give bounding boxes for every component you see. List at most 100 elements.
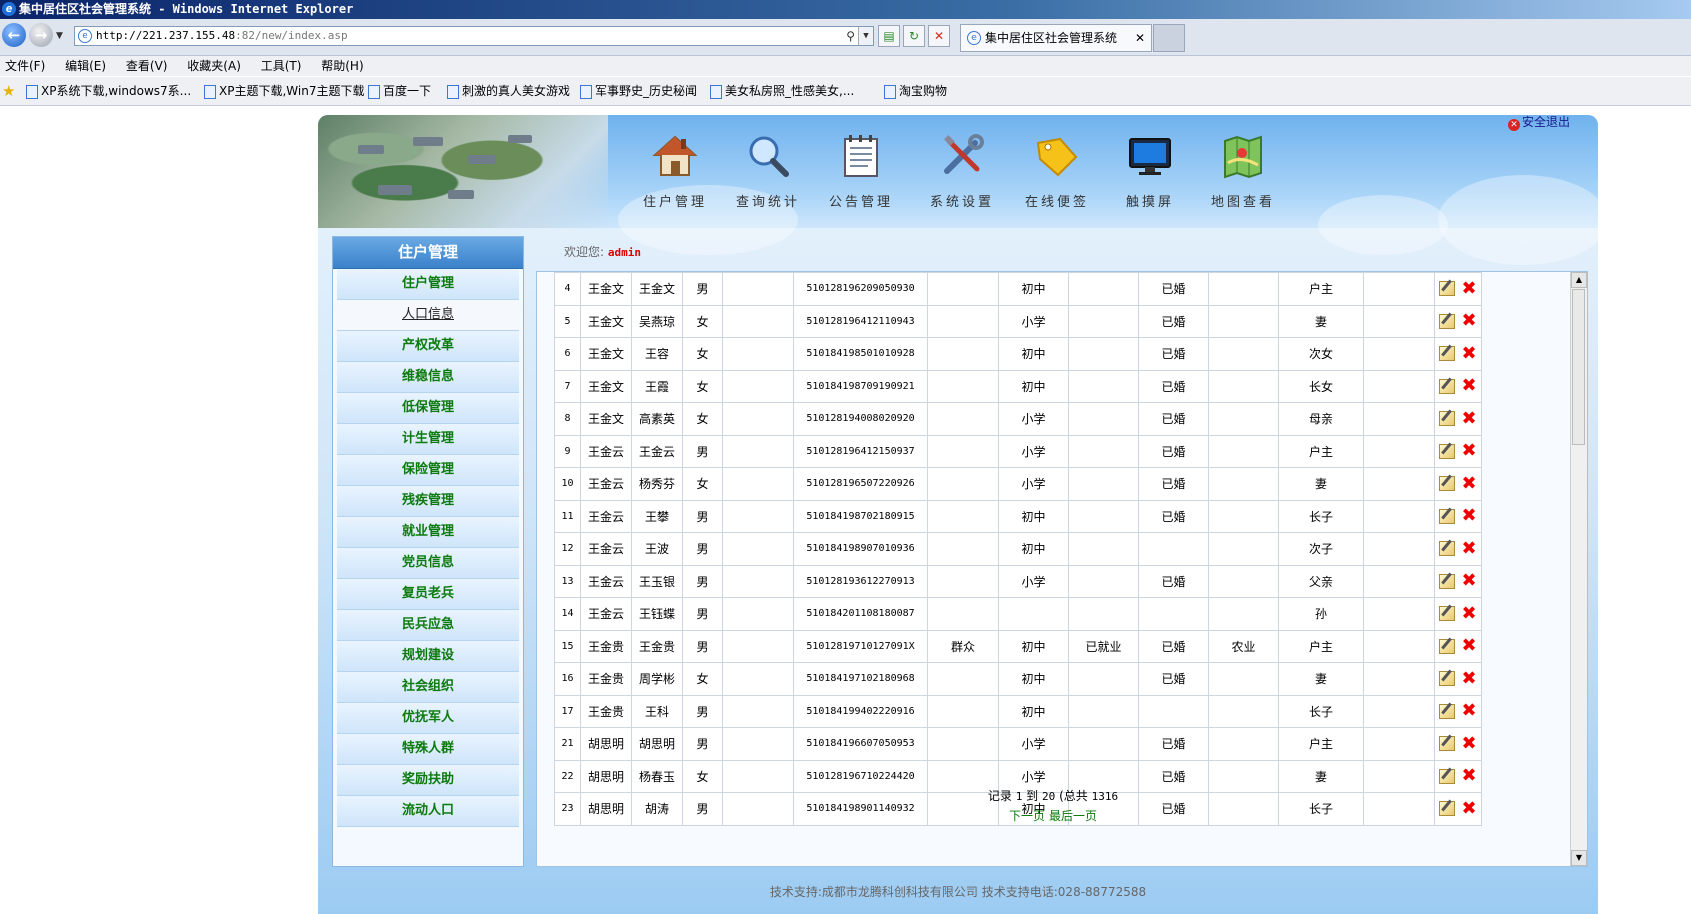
edit-icon[interactable] — [1439, 671, 1455, 687]
sidebar-item-disability[interactable]: 残疾管理 — [337, 486, 519, 517]
edit-icon[interactable] — [1439, 573, 1455, 589]
delete-icon[interactable]: ✖ — [1461, 604, 1477, 622]
delete-icon[interactable]: ✖ — [1461, 442, 1477, 460]
back-button[interactable]: ← — [2, 23, 26, 47]
logout-link[interactable]: ✕ 安全退出 — [1508, 113, 1570, 131]
delete-icon[interactable]: ✖ — [1461, 409, 1477, 427]
edit-icon[interactable] — [1439, 378, 1455, 394]
sidebar-item-party-members[interactable]: 党员信息 — [337, 548, 519, 579]
menu-favorites[interactable]: 收藏夹(A) — [187, 59, 241, 73]
sidebar-item-population[interactable]: 人口信息 — [337, 300, 519, 331]
cell-education: 初中 — [998, 662, 1069, 696]
delete-icon[interactable]: ✖ — [1461, 507, 1477, 525]
delete-icon[interactable]: ✖ — [1461, 734, 1477, 752]
vertical-scrollbar[interactable]: ▲ ▼ — [1570, 272, 1587, 866]
edit-icon[interactable] — [1439, 476, 1455, 492]
nav-map-view[interactable]: 地图查看 — [1193, 133, 1293, 210]
favorite-link[interactable]: 刺激的真人美女游戏 — [447, 77, 570, 105]
sidebar-item-property-reform[interactable]: 产权改革 — [337, 331, 519, 362]
nav-household[interactable]: 住户管理 — [625, 133, 725, 210]
scroll-down-icon[interactable]: ▼ — [1571, 850, 1587, 866]
favorite-link[interactable]: XP主题下载,Win7主题下载 — [204, 77, 364, 105]
menu-edit[interactable]: 编辑(E) — [65, 59, 106, 73]
edit-icon[interactable] — [1439, 443, 1455, 459]
delete-icon[interactable]: ✖ — [1461, 279, 1477, 297]
history-dropdown-icon[interactable]: ▼ — [56, 31, 63, 41]
favorite-link[interactable]: XP系统下载,windows7系... — [26, 77, 191, 105]
sidebar-item-low-income[interactable]: 低保管理 — [337, 393, 519, 424]
address-input[interactable]: e http://221.237.155.48:82/new/index.asp … — [74, 26, 874, 46]
cell-actions: ✖ — [1434, 499, 1482, 533]
sidebar-item-special-groups[interactable]: 特殊人群 — [337, 734, 519, 765]
nav-announcement[interactable]: 公告管理 — [811, 133, 911, 210]
edit-icon[interactable] — [1439, 638, 1455, 654]
sidebar-item-militia[interactable]: 民兵应急 — [337, 610, 519, 641]
last-page-link[interactable]: 最后一页 — [1049, 809, 1097, 823]
cell-employment — [1068, 467, 1139, 501]
delete-icon[interactable]: ✖ — [1461, 702, 1477, 720]
edit-icon[interactable] — [1439, 313, 1455, 329]
cell-col-5 — [722, 272, 794, 306]
compat-view-icon[interactable]: ▤ — [878, 25, 900, 47]
sidebar-item-household[interactable]: 住户管理 — [337, 269, 519, 300]
new-tab-button[interactable] — [1153, 24, 1185, 52]
sidebar-item-veterans[interactable]: 复员老兵 — [337, 579, 519, 610]
menu-view[interactable]: 查看(V) — [126, 59, 168, 73]
search-icon[interactable]: ⚲ — [846, 27, 855, 45]
edit-icon[interactable] — [1439, 703, 1455, 719]
edit-icon[interactable] — [1439, 346, 1455, 362]
sidebar-item-floating-pop[interactable]: 流动人口 — [337, 796, 519, 827]
next-page-link[interactable]: 下一页 — [1009, 809, 1045, 823]
cell-marital-status: 已婚 — [1138, 467, 1209, 501]
nav-touchscreen[interactable]: 触摸屏 — [1100, 133, 1200, 210]
delete-icon[interactable]: ✖ — [1461, 572, 1477, 590]
favorite-link[interactable]: 军事野史_历史秘闻 — [580, 77, 697, 105]
delete-icon[interactable]: ✖ — [1461, 539, 1477, 557]
cell-head-name: 王金云 — [580, 499, 632, 533]
edit-icon[interactable] — [1439, 541, 1455, 557]
menu-help[interactable]: 帮助(H) — [321, 59, 363, 73]
edit-icon[interactable] — [1439, 281, 1455, 297]
browser-tab[interactable]: e 集中居住区社会管理系统 ✕ — [960, 24, 1152, 52]
edit-icon[interactable] — [1439, 508, 1455, 524]
cell-relation: 长子 — [1278, 694, 1364, 728]
edit-icon[interactable] — [1439, 768, 1455, 784]
scroll-thumb[interactable] — [1572, 289, 1585, 445]
stop-icon[interactable]: ✕ — [928, 25, 950, 47]
delete-icon[interactable]: ✖ — [1461, 767, 1477, 785]
favorite-link[interactable]: 美女私房照_性感美女,... — [710, 77, 854, 105]
delete-icon[interactable]: ✖ — [1461, 637, 1477, 655]
sidebar-item-reward-support[interactable]: 奖励扶助 — [337, 765, 519, 796]
sidebar-item-military-care[interactable]: 优抚军人 — [337, 703, 519, 734]
delete-icon[interactable]: ✖ — [1461, 474, 1477, 492]
refresh-icon[interactable]: ↻ — [903, 25, 925, 47]
sidebar-item-family-planning[interactable]: 计生管理 — [337, 424, 519, 455]
cell-household-type — [1208, 564, 1279, 598]
forward-button[interactable]: → — [29, 23, 53, 47]
delete-icon[interactable]: ✖ — [1461, 669, 1477, 687]
favorites-star-icon[interactable]: ★ — [2, 77, 15, 105]
close-tab-icon[interactable]: ✕ — [1135, 25, 1145, 51]
edit-icon[interactable] — [1439, 606, 1455, 622]
edit-icon[interactable] — [1439, 411, 1455, 427]
sidebar-item-social-org[interactable]: 社会组织 — [337, 672, 519, 703]
nav-query-stats[interactable]: 查询统计 — [718, 133, 818, 210]
sidebar-item-insurance[interactable]: 保险管理 — [337, 455, 519, 486]
sidebar-item-stability[interactable]: 维稳信息 — [337, 362, 519, 393]
address-dropdown-icon[interactable]: ▼ — [858, 27, 873, 45]
delete-icon[interactable]: ✖ — [1461, 312, 1477, 330]
sidebar-item-employment[interactable]: 就业管理 — [337, 517, 519, 548]
nav-online-notes[interactable]: 在线便签 — [1007, 133, 1107, 210]
delete-icon[interactable]: ✖ — [1461, 377, 1477, 395]
favorite-link[interactable]: 淘宝购物 — [884, 77, 947, 105]
menu-file[interactable]: 文件(F) — [5, 59, 45, 73]
delete-icon[interactable]: ✖ — [1461, 344, 1477, 362]
favorite-link[interactable]: 百度一下 — [368, 77, 431, 105]
edit-icon[interactable] — [1439, 736, 1455, 752]
sidebar-item-planning[interactable]: 规划建设 — [337, 641, 519, 672]
nav-system-settings[interactable]: 系统设置 — [912, 133, 1012, 210]
scroll-up-icon[interactable]: ▲ — [1571, 272, 1587, 288]
cell-relation: 户主 — [1278, 629, 1364, 663]
cell-actions: ✖ — [1434, 304, 1482, 338]
menu-tools[interactable]: 工具(T) — [261, 59, 302, 73]
